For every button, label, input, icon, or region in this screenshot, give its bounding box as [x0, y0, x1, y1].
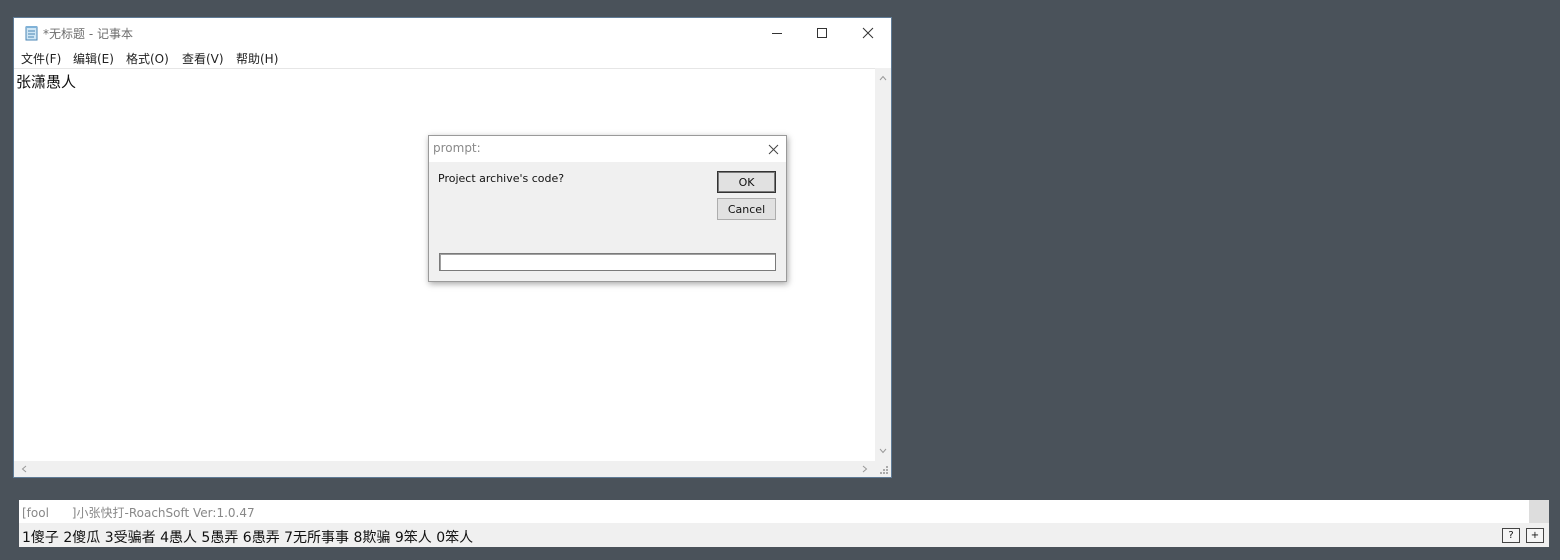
menu-bar: 文件(F) 编辑(E) 格式(O) 查看(V) 帮助(H): [14, 48, 891, 68]
scroll-right-icon[interactable]: [857, 461, 873, 477]
resize-grip-icon: [880, 466, 888, 474]
menu-edit[interactable]: 编辑(E): [72, 50, 115, 67]
menu-file[interactable]: 文件(F): [20, 50, 62, 67]
scroll-left-icon[interactable]: [16, 461, 32, 477]
horizontal-scrollbar[interactable]: [14, 461, 875, 477]
close-icon: [862, 27, 874, 39]
dialog-close-button[interactable]: [760, 136, 786, 162]
prompt-dialog: prompt: Project archive's code? OK Cance…: [428, 135, 787, 282]
editor-text: 张潇愚人: [16, 73, 77, 91]
ime-help-button[interactable]: ?: [1502, 528, 1520, 543]
maximize-icon: [817, 28, 827, 38]
ime-toolbar: [fool ]小张快打-RoachSoft Ver:1.0.47 1傻子 2傻瓜…: [19, 500, 1549, 547]
window-title: *无标题 - 记事本: [43, 27, 133, 41]
ime-status-bar: [fool ]小张快打-RoachSoft Ver:1.0.47: [19, 500, 1529, 523]
menu-view[interactable]: 查看(V): [181, 50, 225, 67]
code-input[interactable]: [439, 253, 776, 271]
dialog-message: Project archive's code?: [438, 172, 565, 185]
maximize-button[interactable]: [799, 18, 845, 48]
minimize-button[interactable]: [754, 18, 800, 48]
ime-add-button[interactable]: +: [1526, 528, 1544, 543]
notepad-title-bar[interactable]: *无标题 - 记事本: [14, 18, 891, 48]
notepad-icon: [23, 25, 39, 41]
menu-format[interactable]: 格式(O): [125, 50, 170, 67]
dialog-title-bar[interactable]: prompt:: [429, 136, 786, 162]
ok-button[interactable]: OK: [717, 171, 776, 193]
minimize-icon: [772, 33, 782, 34]
ime-status-end: [1529, 500, 1549, 523]
close-button[interactable]: [845, 18, 891, 48]
resize-grip[interactable]: [875, 461, 891, 477]
close-icon: [768, 144, 778, 154]
dialog-title: prompt:: [433, 141, 481, 155]
cancel-button[interactable]: Cancel: [717, 198, 776, 220]
scroll-up-icon[interactable]: [875, 70, 891, 86]
menu-help[interactable]: 帮助(H): [235, 50, 279, 67]
ime-candidate-list[interactable]: 1傻子 2傻瓜 3受骗者 4愚人 5愚弄 6愚弄 7无所事事 8欺骗 9笨人 0…: [22, 527, 473, 547]
vertical-scrollbar[interactable]: [875, 68, 891, 461]
ime-status-text: [fool ]小张快打-RoachSoft Ver:1.0.47: [22, 506, 255, 520]
scroll-down-icon[interactable]: [875, 443, 891, 459]
